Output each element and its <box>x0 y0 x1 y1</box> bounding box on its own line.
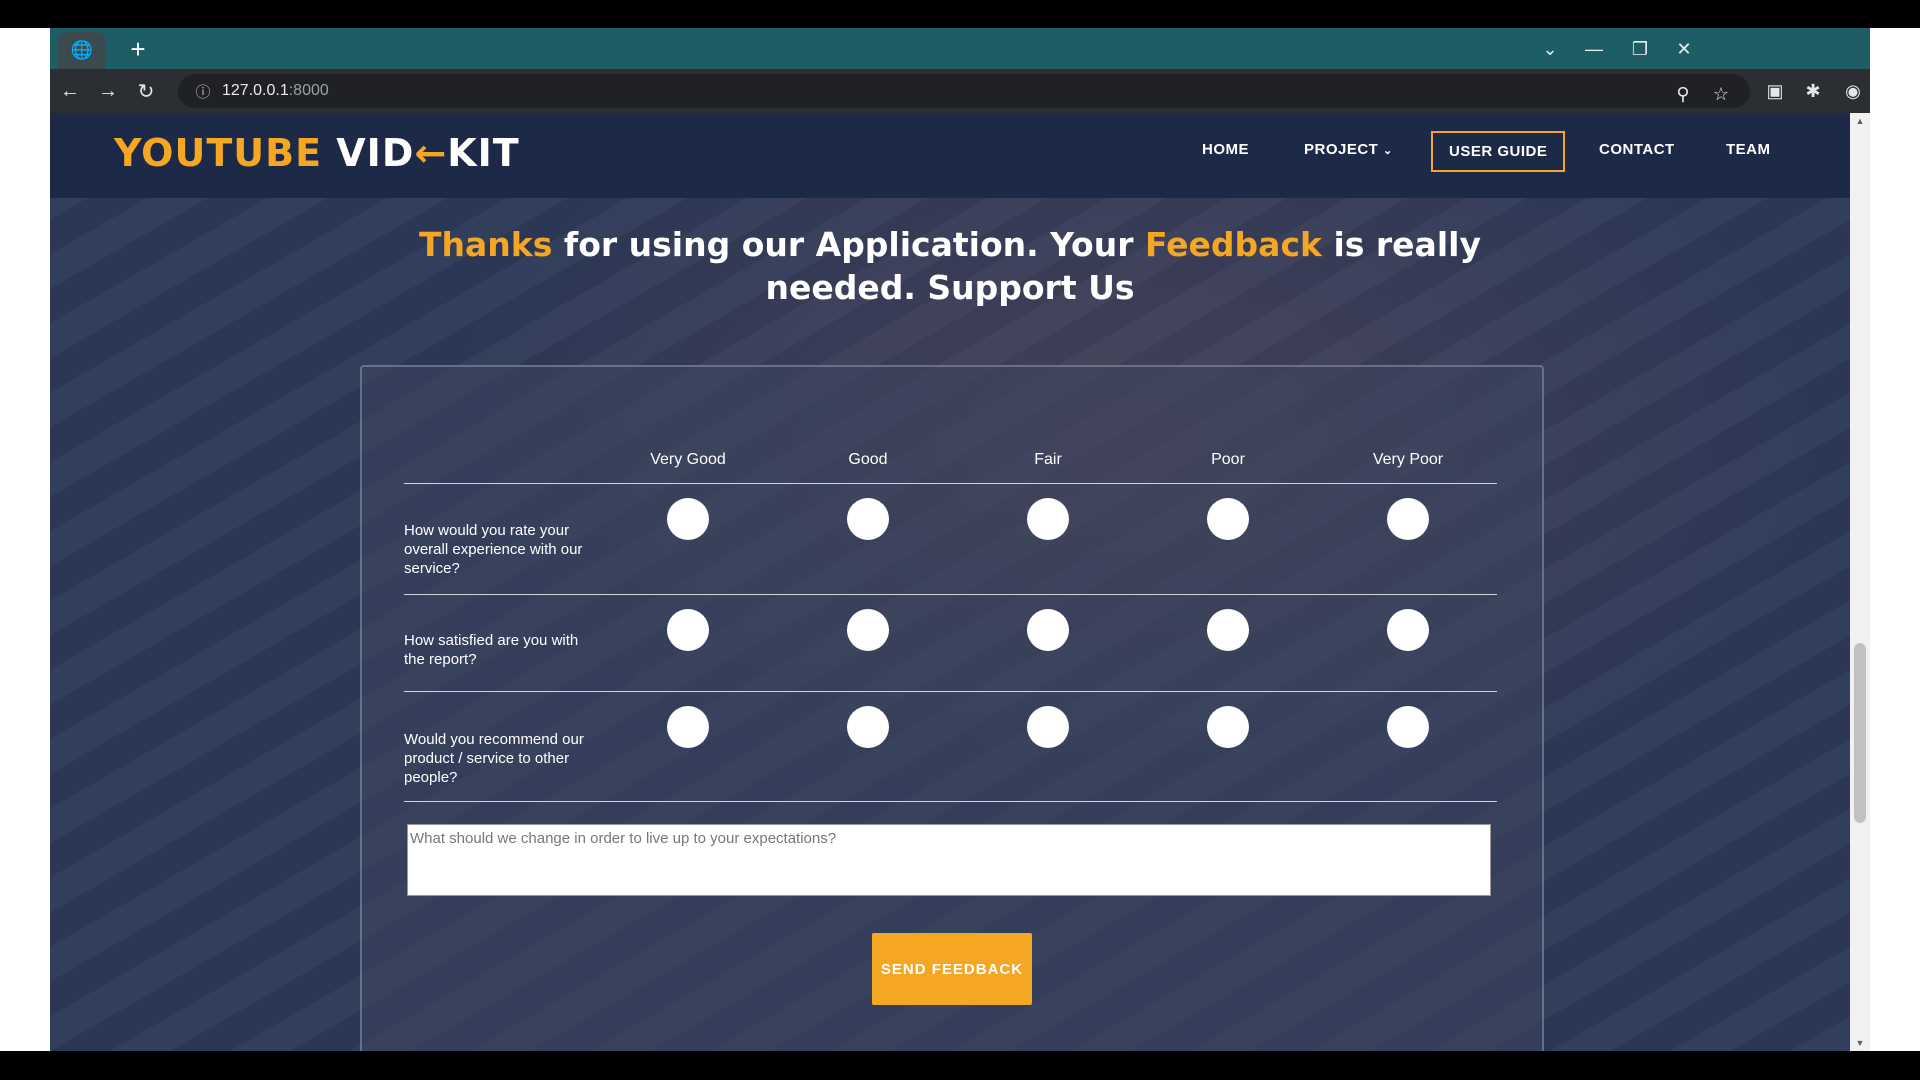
send-feedback-button[interactable]: SEND FEEDBACK <box>872 933 1032 1005</box>
radio-q3-good[interactable] <box>847 706 889 748</box>
column-fair: Fair <box>1034 451 1062 468</box>
column-very-poor: Very Poor <box>1372 451 1444 468</box>
star-icon[interactable]: ☆ <box>1706 79 1736 109</box>
radio-q2-very-good[interactable] <box>667 609 709 651</box>
nav-project-label: PROJECT <box>1304 141 1379 158</box>
radio-q1-very-poor[interactable] <box>1387 498 1429 540</box>
site-navbar: YOUTUBE VID←KIT HOME PROJECT ⌄ USER GUID… <box>50 113 1850 198</box>
page-viewport: YOUTUBE VID←KIT HOME PROJECT ⌄ USER GUID… <box>50 113 1850 1051</box>
logo-arrow: ← <box>414 131 448 175</box>
address-bar[interactable]: ⓘ 127.0.0.1:8000 ⚲ ☆ <box>178 74 1750 108</box>
page-heading: Thanks for using our Application. Your F… <box>400 223 1500 309</box>
browser-toolbar: ← → ↻ ⓘ 127.0.0.1:8000 ⚲ ☆ ▣ ✱ ◉ <box>50 69 1870 113</box>
column-poor: Poor <box>1211 451 1245 468</box>
radio-q1-good[interactable] <box>847 498 889 540</box>
logo-vid: VID <box>336 131 415 175</box>
textarea-placeholder: What should we change in order to live u… <box>410 830 837 847</box>
logo-kit: KIT <box>447 131 520 175</box>
divider <box>404 691 1497 692</box>
scroll-up-arrow-icon[interactable]: ▲ <box>1855 116 1865 126</box>
globe-icon: 🌐 <box>70 40 94 60</box>
divider <box>404 801 1497 802</box>
radio-q1-very-good[interactable] <box>667 498 709 540</box>
radio-q3-poor[interactable] <box>1207 706 1249 748</box>
nav-home[interactable]: HOME <box>1202 141 1249 158</box>
radio-q3-fair[interactable] <box>1027 706 1069 748</box>
heading-thanks: Thanks <box>419 225 553 264</box>
question-overall-experience: How would you rate your overall experien… <box>404 522 583 577</box>
minimize-icon[interactable]: — <box>1574 34 1614 64</box>
scroll-thumb[interactable] <box>1854 643 1866 823</box>
tab-search-chevron-icon[interactable]: ⌄ <box>1530 34 1570 64</box>
nav-user-guide[interactable]: USER GUIDE <box>1431 131 1566 172</box>
info-icon[interactable]: ⓘ <box>192 81 214 102</box>
back-icon[interactable]: ← <box>54 75 86 107</box>
radio-q1-poor[interactable] <box>1207 498 1249 540</box>
logo-youtube: YOUTUBE <box>114 131 323 175</box>
nav-team[interactable]: TEAM <box>1726 141 1771 158</box>
radio-q2-very-poor[interactable] <box>1387 609 1429 651</box>
radio-q3-very-poor[interactable] <box>1387 706 1429 748</box>
screenshot-extension-icon[interactable]: ▣ <box>1760 76 1790 106</box>
radio-q1-fair[interactable] <box>1027 498 1069 540</box>
divider <box>404 483 1497 484</box>
divider <box>404 594 1497 595</box>
heading-feedback: Feedback <box>1144 225 1322 264</box>
radio-q2-poor[interactable] <box>1207 609 1249 651</box>
nav-contact[interactable]: CONTACT <box>1599 141 1675 158</box>
left-margin <box>0 28 50 1051</box>
browser-tab[interactable]: 🌐 <box>58 32 106 69</box>
close-icon[interactable]: ✕ <box>1664 34 1704 64</box>
url-host: 127.0.0.1 <box>222 82 289 99</box>
url-port: :8000 <box>288 82 329 99</box>
site-logo[interactable]: YOUTUBE VID←KIT <box>114 131 520 175</box>
profile-avatar-icon[interactable]: ◉ <box>1838 76 1868 106</box>
extensions-puzzle-icon[interactable]: ✱ <box>1798 76 1828 106</box>
radio-q2-good[interactable] <box>847 609 889 651</box>
reload-icon[interactable]: ↻ <box>130 75 162 107</box>
tab-strip: 🌐 + ⌄ — ❐ ✕ <box>50 28 1870 69</box>
nav-project[interactable]: PROJECT ⌄ <box>1304 141 1393 158</box>
page-scrollbar[interactable]: ▲ ▼ <box>1850 113 1870 1051</box>
forward-icon[interactable]: → <box>92 75 124 107</box>
radio-q2-fair[interactable] <box>1027 609 1069 651</box>
browser-window: 🌐 + ⌄ — ❐ ✕ ← → ↻ ⓘ 127.0.0.1:8000 ⚲ ☆ ▣… <box>50 28 1870 1051</box>
column-good: Good <box>848 451 888 468</box>
new-tab-button[interactable]: + <box>122 33 154 65</box>
heading-text-1: for using our Application. Your <box>552 225 1145 264</box>
suggestions-textarea[interactable]: What should we change in order to live u… <box>407 824 1491 896</box>
zoom-icon[interactable]: ⚲ <box>1668 79 1698 109</box>
feedback-card: Very Good Good Fair Poor Very Poor How w… <box>360 365 1544 1051</box>
radio-q3-very-good[interactable] <box>667 706 709 748</box>
chevron-down-icon: ⌄ <box>1383 145 1393 157</box>
question-recommend: Would you recommend our product / servic… <box>404 731 584 786</box>
question-report-satisfaction: How satisfied are you with the report? <box>404 632 579 668</box>
restore-icon[interactable]: ❐ <box>1620 34 1660 64</box>
scroll-down-arrow-icon[interactable]: ▼ <box>1855 1038 1865 1048</box>
right-margin <box>1870 28 1920 1051</box>
column-very-good: Very Good <box>650 451 726 468</box>
